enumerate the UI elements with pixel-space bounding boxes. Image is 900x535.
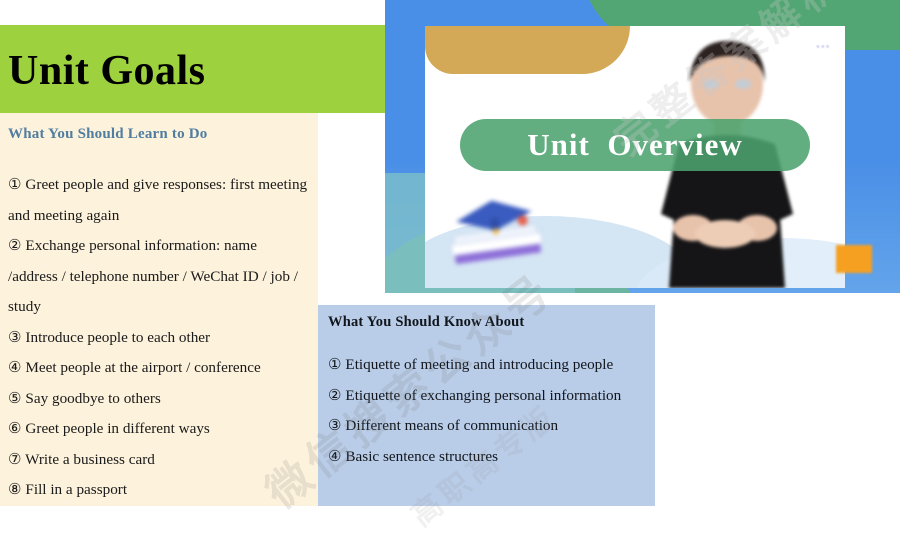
books-graduation-cap-icon [451,200,543,264]
list-item: ⑥ Greet people in different ways [8,420,210,437]
page-title: Unit Goals [8,48,206,94]
list-item: ④ Basic sentence structures [328,447,499,465]
unit-overview-label: Unit Overview [527,127,743,162]
list-item: ① Etiquette of meeting and introducing p… [328,356,614,373]
slide-root: Unit Goals What You Should Learn to Do ①… [0,0,900,533]
know-about-list: ① Etiquette of meeting and introducing p… [328,350,653,472]
list-item: ⑧ Fill in a passport [8,481,128,498]
tan-blob-shape [425,26,630,74]
learn-to-do-list: ① Greet people and give responses: first… [8,170,308,506]
list-item: ⑦ Write a business card [8,450,155,468]
video-thumbnail[interactable]: ▪▪▪ Unit Overview [385,0,900,293]
know-about-panel: What You Should Know About ① Etiquette o… [318,305,655,506]
unit-overview-banner: Unit Overview [460,119,810,171]
learn-to-do-heading: What You Should Learn to Do [8,126,208,142]
list-item: ② Etiquette of exchanging personal infor… [328,386,622,404]
list-item: ⑤ Say goodbye to others [8,389,161,407]
list-item: ③ Introduce people to each other [8,328,211,346]
orange-accent-shape [836,245,872,273]
list-item: ③ Different means of communication [328,417,559,434]
know-about-heading: What You Should Know About [328,314,525,330]
list-item: ① Greet people and give responses: first… [8,176,308,224]
list-item: ④ Meet people at the airport / conferenc… [8,359,261,376]
logo-watermark-text: ▪▪▪ [816,42,831,51]
list-item: ② Exchange personal information: name /a… [8,237,298,315]
